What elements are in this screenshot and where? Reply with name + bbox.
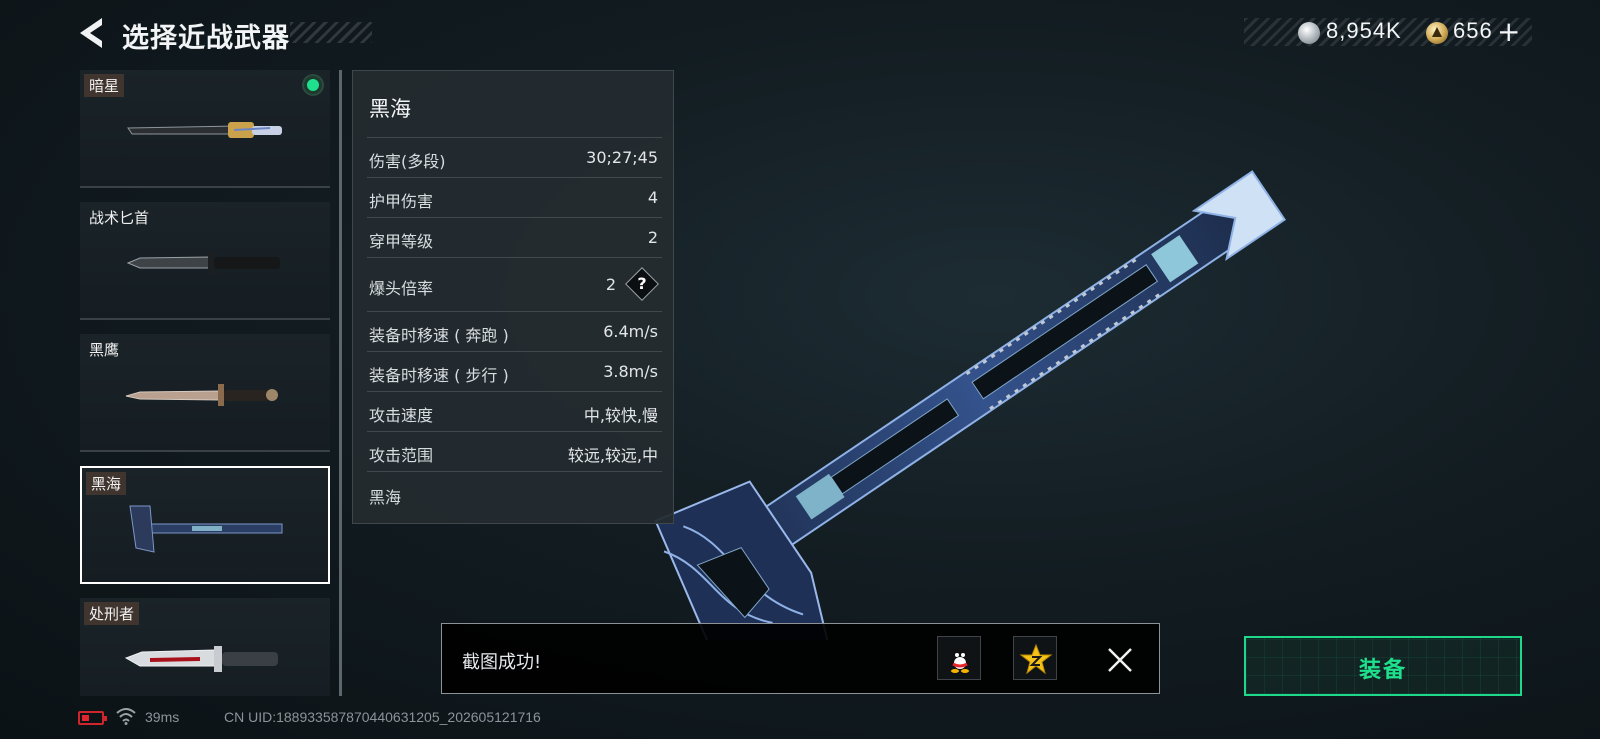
stat-label: 护甲伤害	[369, 192, 434, 211]
coin-balance: 8,954K	[1326, 18, 1402, 43]
weapon-card-anxing[interactable]: 暗星	[80, 70, 330, 188]
stat-label: 伤害(多段)	[369, 152, 446, 171]
back-arrow-icon[interactable]	[76, 16, 106, 50]
executioner-knife-image	[124, 646, 278, 672]
uid-text: CN UID:1889335878704406312​05_2026051217…	[224, 709, 541, 725]
weapon-stats-panel: 黑海 伤害(多段) 30;27;45 护甲伤害 4 穿甲等级 2 爆头倍率 2 …	[352, 70, 674, 524]
black-hawk-knife-image	[125, 384, 278, 406]
list-scrollbar[interactable]	[339, 70, 342, 696]
stat-label: 爆头倍率	[369, 279, 434, 298]
weapon-card-black-sea[interactable]: 黑海	[80, 466, 330, 584]
stat-value: 30;27;45	[586, 148, 658, 167]
stat-value: 3.8m/s	[603, 362, 658, 381]
stat-row-walk-speed: 装备时移速 ( 步行 ) 3.8m/s	[367, 351, 662, 391]
wifi-icon	[116, 708, 136, 725]
weapon-name: 暗星	[84, 74, 125, 97]
dark-star-knife-image	[127, 122, 282, 138]
weapon-card-black-hawk[interactable]: 黑鹰	[80, 334, 330, 452]
help-glyph: ?	[637, 274, 647, 293]
battery-icon	[78, 711, 107, 725]
stat-label: 穿甲等级	[369, 232, 434, 251]
page-title: 选择近战武器	[122, 23, 290, 54]
qq-icon	[951, 648, 969, 673]
stat-row-damage: 伤害(多段) 30;27;45	[367, 137, 662, 177]
gold-balance: 656	[1453, 18, 1493, 43]
stat-row-run-speed: 装备时移速 ( 奔跑 ) 6.4m/s	[367, 311, 662, 351]
equip-button[interactable]: 装备	[1244, 636, 1522, 696]
stats-title: 黑海	[369, 97, 411, 121]
stat-label: 攻击范围	[369, 446, 434, 465]
share-qq-button[interactable]	[937, 636, 981, 680]
add-currency-button[interactable]: +	[1497, 15, 1520, 48]
black-sea-axe-preview	[654, 170, 1287, 640]
close-icon[interactable]	[1106, 646, 1134, 674]
stat-value: 4	[647, 188, 658, 207]
stat-value: 6.4m/s	[603, 322, 658, 341]
gold-coin-icon	[1426, 22, 1448, 44]
weapon-name: 黑鹰	[89, 341, 120, 359]
ping-text: 39ms	[145, 709, 180, 725]
toast-message: 截图成功!	[462, 652, 542, 673]
qzone-icon	[1019, 643, 1053, 675]
equipped-indicator	[304, 76, 322, 94]
stat-label: 攻击速度	[369, 406, 434, 425]
stat-row-headshot: 爆头倍率 2 ?	[367, 257, 662, 311]
stats-footer: 黑海	[367, 471, 662, 515]
black-sea-axe-image	[129, 505, 283, 553]
stat-row-penetration: 穿甲等级 2	[367, 217, 662, 257]
stat-row-attack-speed: 攻击速度 中,较快,慢	[367, 391, 662, 431]
help-icon[interactable]: ?	[625, 267, 659, 301]
title-decoration	[290, 22, 372, 43]
stat-label: 装备时移速 ( 步行 )	[369, 366, 509, 385]
stat-value: 2	[605, 275, 616, 294]
tactical-dagger-image	[126, 252, 280, 274]
weapon-card-executioner[interactable]: 处刑者	[80, 598, 330, 696]
weapon-description: 黑海	[369, 488, 402, 507]
stat-row-attack-range: 攻击范围 较远,较远,中	[367, 431, 662, 471]
stat-value: 较远,较远,中	[567, 446, 658, 465]
stat-row-armor-damage: 护甲伤害 4	[367, 177, 662, 217]
stat-value: 2	[647, 228, 658, 247]
screenshot-toast: 截图成功!	[441, 623, 1160, 694]
equip-button-label: 装备	[1358, 658, 1407, 683]
weapon-name: 处刑者	[84, 602, 140, 625]
share-qzone-button[interactable]	[1013, 636, 1057, 680]
weapon-name: 战术匕首	[89, 209, 150, 227]
stat-value: 中,较快,慢	[583, 406, 658, 425]
weapon-list[interactable]: 暗星 战术匕首 黑鹰 黑海 处刑者	[80, 70, 334, 696]
weapon-card-tactical-dagger[interactable]: 战术匕首	[80, 202, 330, 320]
silver-coin-icon	[1298, 22, 1320, 44]
weapon-name: 黑海	[86, 472, 127, 495]
stat-label: 装备时移速 ( 奔跑 )	[369, 326, 509, 345]
